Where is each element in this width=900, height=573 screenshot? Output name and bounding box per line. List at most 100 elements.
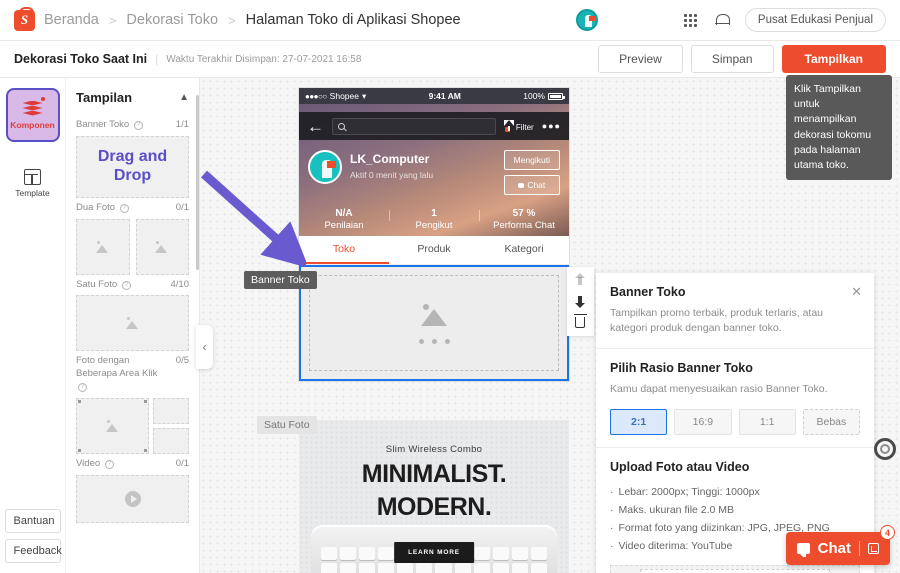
upload-dropzone[interactable]: + Upload foto xyxy=(610,565,860,573)
left-rail: Komponen Template Bantuan Feedback xyxy=(0,78,66,573)
tab-toko[interactable]: Toko xyxy=(299,236,389,264)
chat-fab-button[interactable]: Chat 4 xyxy=(786,532,890,565)
publish-button[interactable]: Tampilkan xyxy=(782,45,886,73)
stat-label: Pengikut xyxy=(389,220,479,231)
banner-placeholder xyxy=(309,275,559,371)
components-section-header[interactable]: Tampilan ▲ xyxy=(76,78,189,115)
preview-button[interactable]: Preview xyxy=(598,45,683,73)
breadcrumb-separator: > xyxy=(109,13,117,28)
thumb-slot[interactable] xyxy=(136,219,190,275)
question-icon[interactable]: ? xyxy=(105,460,114,469)
rail-item-template[interactable]: Template xyxy=(6,156,60,210)
phone-status-bar: ●●●○○ Shopee ▾ 9:41 AM 100% xyxy=(299,88,569,104)
thumb-slot-main[interactable] xyxy=(76,398,149,454)
question-icon[interactable]: ? xyxy=(78,383,87,392)
move-down-button[interactable] xyxy=(575,295,587,308)
component-thumb-multi-area[interactable] xyxy=(76,398,189,454)
ratio-option-16-9[interactable]: 16:9 xyxy=(674,409,731,435)
stat-label: Penilaian xyxy=(299,220,389,231)
component-thumb-dua-foto[interactable] xyxy=(76,219,189,275)
shop-stats: N/A Penilaian 1 Pengikut 57 % Performa C… xyxy=(299,208,569,231)
banner-component-selected[interactable] xyxy=(299,265,569,381)
feedback-button[interactable]: Feedback xyxy=(5,539,61,563)
ratio-option-2-1[interactable]: 2:1 xyxy=(610,409,667,435)
component-thumb-banner-toko[interactable]: Drag and Drop xyxy=(76,136,189,198)
rail-item-komponen[interactable]: Komponen xyxy=(6,88,60,142)
thumb-slot[interactable] xyxy=(153,428,189,454)
seller-education-button[interactable]: Pusat Edukasi Penjual xyxy=(745,8,886,32)
collapse-panel-button[interactable]: ‹ xyxy=(196,325,213,369)
stat-label: Performa Chat xyxy=(479,220,569,231)
shopee-logo-icon[interactable]: S xyxy=(14,10,35,31)
rail-bottom-actions: Bantuan Feedback xyxy=(5,509,61,573)
apps-grid-icon[interactable] xyxy=(684,14,697,27)
image-placeholder-icon xyxy=(104,419,122,433)
poster-headline-1: MINIMALIST. xyxy=(299,460,569,488)
close-icon[interactable]: ✕ xyxy=(851,284,862,300)
question-icon[interactable]: ? xyxy=(122,281,131,290)
component-count: 0/5 xyxy=(176,355,189,366)
sub-header: Dekorasi Toko Saat Ini | Waktu Terakhir … xyxy=(0,41,900,78)
component-thumb-video[interactable] xyxy=(76,475,189,523)
signal-icon: ●●●○○ xyxy=(305,92,327,101)
chat-button[interactable]: Chat xyxy=(504,175,560,195)
component-dua-foto-row: Dua Foto ? 0/1 xyxy=(76,202,189,215)
thumb-slot[interactable] xyxy=(76,219,130,275)
question-icon[interactable]: ? xyxy=(120,204,129,213)
component-count: 1/1 xyxy=(176,119,189,130)
tab-kategori[interactable]: Kategori xyxy=(479,236,569,264)
save-button[interactable]: Simpan xyxy=(691,45,774,73)
resize-handle[interactable] xyxy=(144,449,147,452)
photo-component-poster[interactable]: Slim Wireless Combo MINIMALIST. MODERN. … xyxy=(299,420,569,573)
component-thumb-satu-foto[interactable] xyxy=(76,295,189,351)
follow-button[interactable]: Mengikuti xyxy=(504,150,560,170)
upload-section-title: Upload Foto atau Video xyxy=(610,460,860,474)
carousel-dots-icon xyxy=(419,339,450,344)
ratio-option-1-1[interactable]: 1:1 xyxy=(739,409,796,435)
breadcrumb-item-dekorasi-toko[interactable]: Dekorasi Toko xyxy=(126,12,218,28)
upload-button[interactable]: + Upload foto xyxy=(640,569,830,573)
bell-icon[interactable] xyxy=(715,13,729,28)
expand-icon[interactable] xyxy=(868,543,879,554)
breadcrumb-item-beranda[interactable]: Beranda xyxy=(44,12,99,28)
chat-bubble-icon xyxy=(518,183,524,188)
filter-button[interactable]: Filter xyxy=(504,120,534,132)
help-button[interactable]: Bantuan xyxy=(5,509,61,533)
panel-title: Banner Toko xyxy=(610,285,860,299)
header-actions: Pusat Edukasi Penjual xyxy=(576,8,886,32)
shop-hero-banner: ← Filter ●●● LK_Computer Aktif 0 menit y… xyxy=(299,104,569,236)
tab-produk[interactable]: Produk xyxy=(389,236,479,264)
rail-item-label: Komponen xyxy=(10,120,54,130)
wifi-icon: ▾ xyxy=(362,91,366,102)
chevron-up-icon[interactable]: ▲ xyxy=(179,92,189,103)
panel-scrollbar[interactable] xyxy=(196,95,199,270)
resize-handle[interactable] xyxy=(144,400,147,403)
resize-handle[interactable] xyxy=(78,400,81,403)
delete-button[interactable] xyxy=(575,317,587,330)
more-dots-icon[interactable]: ●●● xyxy=(542,121,561,131)
shop-info: LK_Computer Aktif 0 menit yang lalu Meng… xyxy=(308,150,560,195)
support-circle-icon[interactable] xyxy=(874,438,896,460)
thumb-slot[interactable] xyxy=(153,398,189,424)
battery-icon xyxy=(548,93,563,100)
shop-name: LK_Computer xyxy=(350,152,433,166)
stat-pengikut: 1 Pengikut xyxy=(389,208,479,231)
template-icon xyxy=(24,169,41,185)
component-video-row: Video ? 0/1 xyxy=(76,458,189,471)
poster-cta-button[interactable]: LEARN MORE xyxy=(394,542,474,563)
question-icon[interactable]: ? xyxy=(134,121,143,130)
search-icon xyxy=(338,123,345,130)
chat-badge: 4 xyxy=(880,525,895,540)
avatar[interactable] xyxy=(576,9,598,31)
phone-preview: ●●●○○ Shopee ▾ 9:41 AM 100% ← Filter ●●●… xyxy=(299,88,569,381)
components-panel: Tampilan ▲ Banner Toko ? 1/1 Drag and Dr… xyxy=(66,78,200,573)
stat-value: 1 xyxy=(389,208,479,219)
selected-component-label: Banner Toko xyxy=(244,271,317,289)
ratio-option-bebas[interactable]: Bebas xyxy=(803,409,860,435)
thumb-slot-column xyxy=(153,398,189,454)
search-input[interactable] xyxy=(332,118,496,135)
back-arrow-icon[interactable]: ← xyxy=(307,118,324,135)
resize-handle[interactable] xyxy=(78,449,81,452)
upload-rule: Maks. ukuran file 2.0 MB xyxy=(610,501,860,519)
move-up-button[interactable] xyxy=(575,273,587,286)
